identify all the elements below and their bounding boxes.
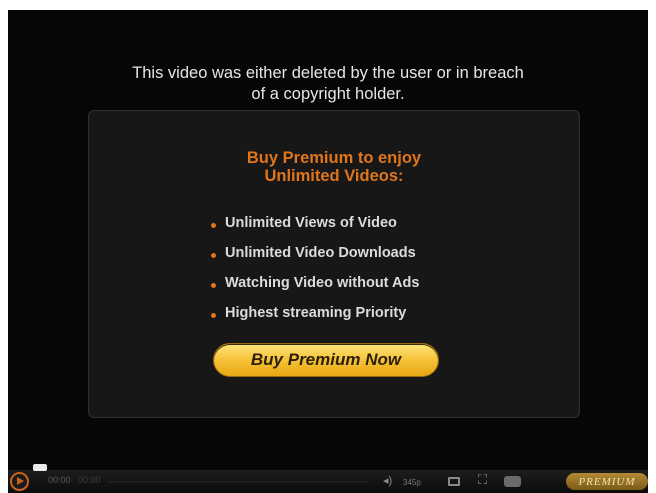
feature-item: Unlimited Video Downloads [211,238,419,268]
feature-label: Unlimited Views of Video [225,215,397,231]
bullet-icon [211,282,216,288]
bullet-icon [211,252,216,258]
bullet-icon [211,222,216,228]
buy-premium-button[interactable]: Buy Premium Now [213,343,439,377]
feature-label: Highest streaming Priority [225,305,407,321]
total-time: 00:00 [78,475,101,485]
feature-item: Unlimited Views of Video [211,208,419,238]
feature-item: Watching Video without Ads [211,268,419,298]
error-message-line1: This video was either deleted by the use… [132,64,524,82]
bullet-icon [211,312,216,318]
current-time: 00:00 [48,475,71,485]
promo-title: Buy Premium to enjoy Unlimited Videos: [89,149,579,185]
premium-badge[interactable]: PREMIUM [566,473,648,490]
feature-label: Unlimited Video Downloads [225,245,416,261]
promo-title-line2: Unlimited Videos: [264,167,404,185]
progress-bar[interactable] [108,481,368,483]
fullscreen-icon[interactable]: ⛶ [478,473,487,487]
control-bar: 00:00 00:00 ◂) 345p ⛶ PREMIUM [8,464,648,493]
feature-label: Watching Video without Ads [225,275,420,291]
caption-icon[interactable] [504,476,521,487]
progress-handle[interactable] [33,464,47,471]
promo-title-line1: Buy Premium to enjoy [246,149,422,167]
error-message: This video was either deleted by the use… [8,63,648,105]
feature-list: Unlimited Views of Video Unlimited Video… [211,208,419,328]
volume-icon[interactable]: ◂) [383,474,392,488]
error-message-line2: of a copyright holder. [251,85,405,103]
screen-icon[interactable] [448,477,460,486]
quality-selector[interactable]: 345p [403,476,421,490]
play-icon[interactable] [10,472,29,491]
premium-promo-panel: Buy Premium to enjoy Unlimited Videos: U… [88,110,580,418]
feature-item: Highest streaming Priority [211,298,419,328]
video-player[interactable]: This video was either deleted by the use… [8,10,648,493]
